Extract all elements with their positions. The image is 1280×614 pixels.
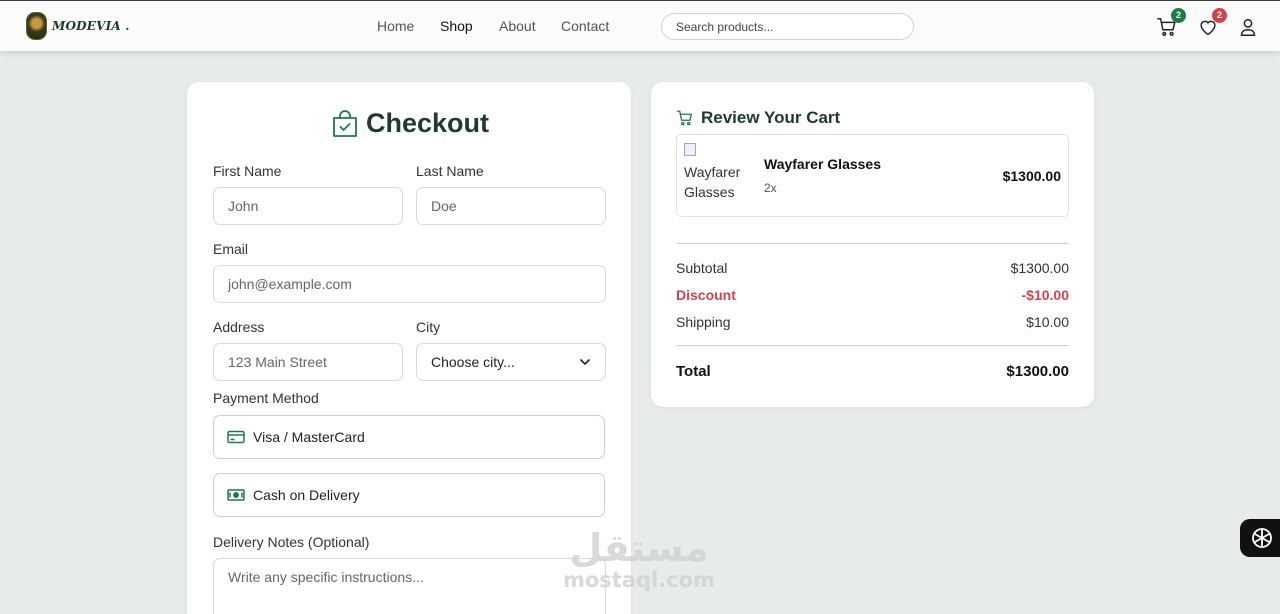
cart-item-quantity: 2x — [764, 181, 777, 195]
city-select[interactable]: Choose city... — [416, 343, 606, 381]
last-name-label: Last Name — [416, 163, 484, 179]
city-select-value: Choose city... — [431, 354, 515, 370]
cash-icon — [227, 489, 245, 501]
checkout-title: Checkout — [366, 108, 490, 138]
divider — [676, 345, 1069, 346]
nav-link-about[interactable]: About — [499, 18, 536, 34]
address-input[interactable] — [213, 343, 403, 381]
payment-option-card[interactable]: Visa / MasterCard — [213, 415, 605, 459]
nav-link-contact[interactable]: Contact — [561, 18, 609, 34]
city-label: City — [416, 319, 441, 335]
wishlist-count-badge: 2 — [1212, 8, 1227, 23]
delivery-notes-label: Delivery Notes (Optional) — [213, 534, 370, 550]
subtotal-label: Subtotal — [676, 260, 728, 276]
review-cart-title: Review Your Cart — [701, 108, 841, 127]
nav-link-shop[interactable]: Shop — [440, 18, 473, 34]
user-icon — [1240, 18, 1256, 36]
divider — [676, 243, 1069, 244]
product-image-broken: Wayfarer Glasses — [684, 142, 746, 202]
cart-item-name: Wayfarer Glasses — [764, 156, 881, 172]
cart-button[interactable]: 2 — [1156, 8, 1186, 38]
cart-item-price: $1300.00 — [1002, 168, 1061, 184]
top-navbar: MODEVIA . Home Shop About Contact 2 2 — [0, 0, 1280, 51]
first-name-input[interactable] — [213, 187, 403, 225]
checkout-heading: Checkout — [332, 108, 489, 139]
watermark: مستقل mostaql.com — [563, 528, 715, 592]
brand-name: MODEVIA . — [52, 19, 130, 33]
chevron-down-icon — [579, 358, 591, 366]
shipping-label: Shipping — [676, 314, 731, 330]
total-label: Total — [676, 363, 711, 380]
search-input[interactable] — [661, 13, 914, 40]
nav-link-home[interactable]: Home — [377, 18, 414, 34]
wishlist-button[interactable]: 2 — [1197, 8, 1227, 38]
account-button[interactable] — [1237, 16, 1259, 38]
watermark-arabic: مستقل — [569, 526, 709, 570]
email-label: Email — [213, 241, 249, 257]
subtotal-value: $1300.00 — [1010, 260, 1069, 276]
cart-item: Wayfarer Glasses Wayfarer Glasses 2x $13… — [676, 134, 1069, 217]
payment-option-cash-label: Cash on Delivery — [253, 487, 360, 503]
brand-logo-link[interactable]: MODEVIA . — [26, 12, 130, 40]
address-label: Address — [213, 319, 265, 335]
subtotal-row: Subtotal $1300.00 — [676, 260, 1069, 276]
delivery-notes-textarea[interactable] — [213, 558, 606, 614]
total-value: $1300.00 — [1006, 363, 1069, 380]
watermark-latin: mostaql.com — [563, 568, 715, 592]
cart-count-badge: 2 — [1171, 8, 1186, 23]
last-name-input[interactable] — [416, 187, 606, 225]
shipping-row: Shipping $10.00 — [676, 314, 1069, 330]
discount-row: Discount -$10.00 — [676, 287, 1069, 303]
review-cart-heading: Review Your Cart — [676, 108, 840, 128]
shopping-bag-check-icon — [333, 109, 357, 137]
payment-option-card-label: Visa / MasterCard — [253, 429, 365, 445]
discount-label: Discount — [676, 287, 736, 303]
brand-logo-image — [26, 12, 47, 40]
broken-image-icon — [684, 143, 696, 156]
floating-assistant-button[interactable] — [1240, 519, 1280, 557]
cart-icon — [676, 110, 693, 126]
review-cart-card: Review Your Cart Wayfarer Glasses Wayfar… — [651, 82, 1094, 407]
credit-card-icon — [227, 430, 245, 444]
email-input[interactable] — [213, 265, 606, 303]
payment-method-label: Payment Method — [213, 390, 319, 406]
first-name-label: First Name — [213, 163, 282, 179]
discount-value: -$10.00 — [1021, 287, 1069, 303]
payment-option-cash[interactable]: Cash on Delivery — [213, 473, 605, 517]
product-image-alt: Wayfarer Glasses — [684, 164, 741, 200]
openai-logo-icon — [1252, 528, 1272, 548]
total-row: Total $1300.00 — [676, 363, 1069, 380]
shipping-value: $10.00 — [1026, 314, 1069, 330]
